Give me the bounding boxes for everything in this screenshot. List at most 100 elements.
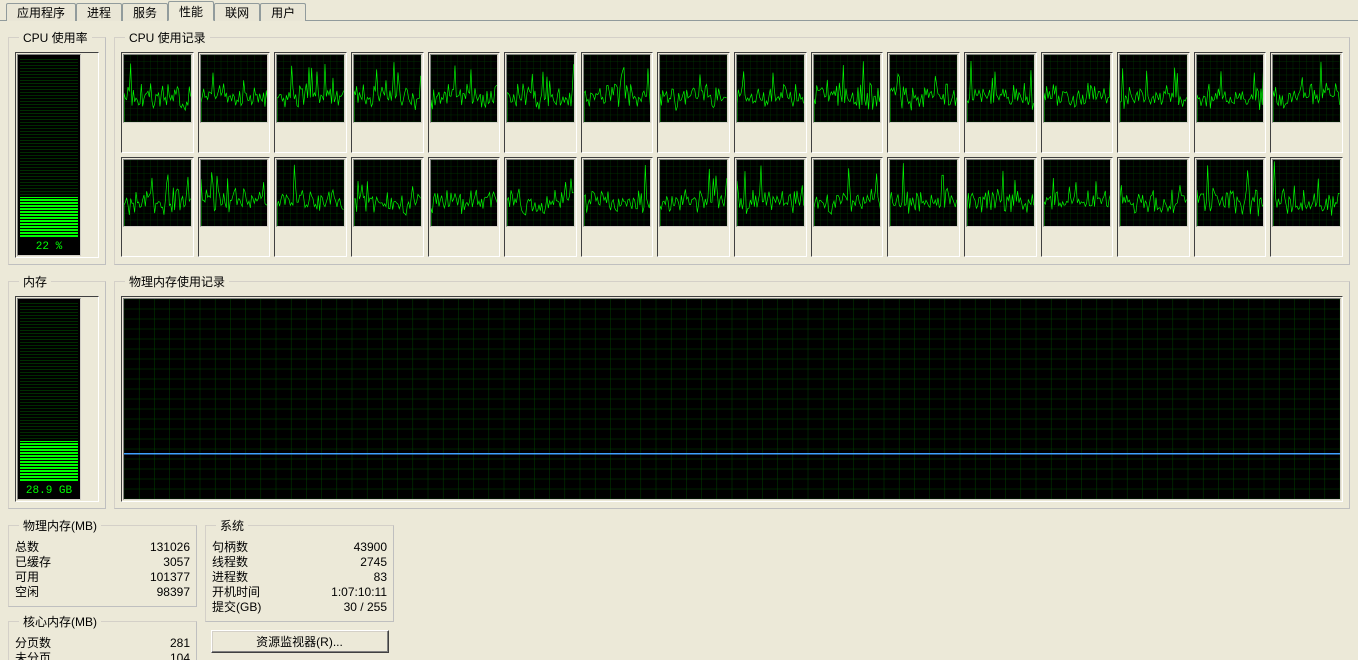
info-col-right: 系统 句柄数 43900 线程数 2745 进程数 83 开机时间 1:07:1… (205, 517, 394, 660)
memory-row: 内存 28.9 GB 物理内存使用记录 (8, 273, 1350, 509)
mem-history-group: 物理内存使用记录 (114, 273, 1350, 509)
tab-users[interactable]: 用户 (260, 3, 306, 21)
cpu-core-cell (274, 157, 347, 258)
kernel-mem-legend: 核心内存(MB) (19, 613, 101, 630)
phys-mem-available-label: 可用 (15, 570, 39, 585)
cpu-core-cell (657, 52, 730, 153)
phys-mem-legend: 物理内存(MB) (19, 517, 101, 534)
cpu-core-cell (1194, 157, 1267, 258)
kernel-mem-paged-value: 281 (170, 636, 190, 651)
cpu-core-cell (734, 52, 807, 153)
cpu-core-chart (813, 159, 882, 228)
cpu-core-cell (198, 52, 271, 153)
phys-mem-total-label: 总数 (15, 540, 39, 555)
cpu-core-chart (1196, 159, 1265, 228)
cpu-core-chart (1196, 54, 1265, 123)
cpu-core-cell (581, 157, 654, 258)
cpu-core-chart (583, 159, 652, 228)
system-legend: 系统 (216, 517, 248, 534)
cpu-core-cell (581, 52, 654, 153)
phys-mem-group: 物理内存(MB) 总数 131026 已缓存 3057 可用 101377 空闲… (8, 517, 197, 607)
cpu-core-cell (1117, 52, 1190, 153)
cpu-core-cell (504, 52, 577, 153)
cpu-core-chart (1043, 159, 1112, 228)
cpu-core-chart (1272, 159, 1341, 228)
cpu-core-chart (200, 54, 269, 123)
cpu-core-chart (1043, 54, 1112, 123)
cpu-core-cell (351, 52, 424, 153)
cpu-core-cell (811, 157, 884, 258)
resource-monitor-button[interactable]: 资源监视器(R)... (211, 630, 389, 653)
phys-mem-free: 空闲 98397 (15, 585, 190, 600)
cpu-usage-meter-frame: 22 % (15, 52, 99, 258)
mem-history-legend: 物理内存使用记录 (125, 273, 229, 290)
phys-mem-available: 可用 101377 (15, 570, 190, 585)
phys-mem-total: 总数 131026 (15, 540, 190, 555)
cpu-usage-group: CPU 使用率 22 % (8, 29, 106, 265)
cpu-core-cell (121, 52, 194, 153)
cpu-core-cell (351, 157, 424, 258)
tab-processes[interactable]: 进程 (76, 3, 122, 21)
tab-networking[interactable]: 联网 (214, 3, 260, 21)
kernel-mem-paged-label: 分页数 (15, 636, 51, 651)
phys-mem-available-value: 101377 (150, 570, 190, 585)
cpu-core-cell (1270, 157, 1343, 258)
cpu-row: CPU 使用率 22 % CPU 使用记录 (8, 29, 1350, 265)
cpu-core-cell (1041, 157, 1114, 258)
info-col-left: 物理内存(MB) 总数 131026 已缓存 3057 可用 101377 空闲… (8, 517, 197, 660)
tab-performance[interactable]: 性能 (168, 1, 214, 21)
cpu-core-chart (889, 54, 958, 123)
cpu-core-chart (659, 54, 728, 123)
cpu-core-cell (428, 52, 501, 153)
memory-meter-bar (20, 441, 78, 481)
cpu-meter-bar (20, 197, 78, 237)
cpu-core-chart (506, 54, 575, 123)
mem-history-frame (121, 296, 1343, 502)
cpu-core-chart (276, 159, 345, 228)
kernel-mem-paged: 分页数 281 (15, 636, 190, 651)
system-threads: 线程数 2745 (212, 555, 387, 570)
cpu-core-chart (966, 54, 1035, 123)
cpu-core-cell (1194, 52, 1267, 153)
kernel-mem-nonpaged-value: 104 (170, 651, 190, 660)
cpu-core-chart (353, 54, 422, 123)
cpu-meter-label: 22 % (18, 241, 80, 253)
system-commit-value: 30 / 255 (344, 600, 387, 615)
memory-meter-label: 28.9 GB (18, 485, 80, 497)
phys-mem-free-label: 空闲 (15, 585, 39, 600)
system-handles-label: 句柄数 (212, 540, 248, 555)
cpu-usage-meter: 22 % (17, 54, 81, 256)
cpu-core-cell (428, 157, 501, 258)
cpu-core-cell (887, 52, 960, 153)
cpu-history-grid (121, 52, 1343, 257)
memory-group: 内存 28.9 GB (8, 273, 106, 509)
system-threads-label: 线程数 (212, 555, 248, 570)
cpu-core-chart (1272, 54, 1341, 123)
cpu-core-chart (123, 54, 192, 123)
info-panels: 物理内存(MB) 总数 131026 已缓存 3057 可用 101377 空闲… (8, 517, 1350, 660)
cpu-core-chart (1119, 159, 1188, 228)
system-uptime-label: 开机时间 (212, 585, 260, 600)
cpu-core-chart (353, 159, 422, 228)
system-uptime-value: 1:07:10:11 (331, 585, 387, 600)
system-commit-label: 提交(GB) (212, 600, 261, 615)
system-handles-value: 43900 (354, 540, 387, 555)
cpu-core-chart (736, 159, 805, 228)
cpu-core-chart (200, 159, 269, 228)
memory-meter: 28.9 GB (17, 298, 81, 500)
cpu-core-chart (276, 54, 345, 123)
mem-history-svg (124, 299, 1340, 499)
cpu-core-chart (966, 159, 1035, 228)
cpu-core-chart (583, 54, 652, 123)
tab-services[interactable]: 服务 (122, 3, 168, 21)
cpu-core-chart (123, 159, 192, 228)
cpu-core-cell (964, 157, 1037, 258)
cpu-history-legend: CPU 使用记录 (125, 29, 210, 46)
cpu-core-chart (430, 54, 499, 123)
phys-mem-cached-value: 3057 (163, 555, 190, 570)
cpu-core-cell (887, 157, 960, 258)
tab-applications[interactable]: 应用程序 (6, 3, 76, 21)
cpu-core-cell (1041, 52, 1114, 153)
phys-mem-cached-label: 已缓存 (15, 555, 51, 570)
cpu-core-cell (1117, 157, 1190, 258)
